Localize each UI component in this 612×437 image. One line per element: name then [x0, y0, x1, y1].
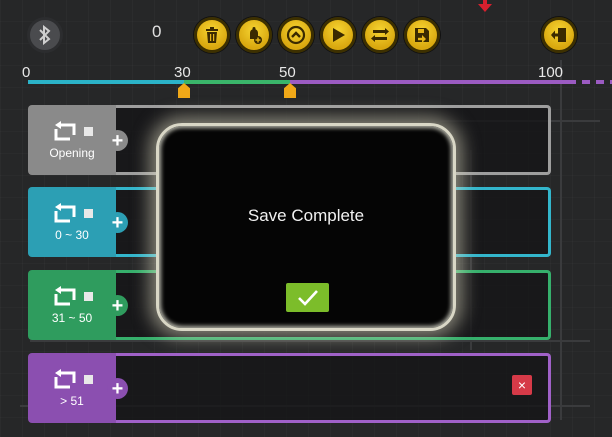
app-screen: 0 0 30 50 100 Opening + 0 ~ 30 + 31 ~ 50…: [0, 0, 612, 437]
row-content: [116, 353, 551, 423]
slider-tick-label: 30: [174, 64, 191, 81]
row-side-panel[interactable]: > 51: [28, 353, 116, 423]
circuit-trace: [30, 340, 590, 342]
up-button[interactable]: [278, 17, 314, 53]
bluetooth-icon: [39, 25, 51, 45]
exit-button[interactable]: [541, 17, 577, 53]
row-label: > 51: [60, 393, 84, 408]
save-icon: [415, 28, 429, 43]
confirm-button[interactable]: [286, 283, 329, 312]
exit-icon: [551, 28, 566, 42]
row-side-panel[interactable]: 0 ~ 30: [28, 187, 116, 257]
counter-value: 0: [152, 22, 162, 41]
pointer-arrow-icon: [478, 0, 492, 12]
slider-tick-label: 100: [538, 64, 564, 81]
row-side-panel[interactable]: Opening: [28, 105, 116, 175]
row-label: 0 ~ 30: [55, 227, 89, 242]
row-label: Opening: [49, 145, 95, 160]
add-step-button[interactable]: +: [107, 378, 128, 399]
dialog-message: Save Complete: [247, 206, 365, 225]
trash-icon: [206, 27, 218, 43]
chevron-up-icon: [286, 25, 306, 45]
add-step-button[interactable]: +: [107, 130, 128, 151]
bluetooth-button[interactable]: [27, 17, 63, 53]
slider-segment-overflow: [568, 80, 612, 84]
add-step-button[interactable]: +: [107, 212, 128, 233]
shuffle-icon: [371, 28, 389, 42]
loop-icon: [52, 285, 93, 308]
add-bell-button[interactable]: [236, 17, 272, 53]
bell-add-icon: [250, 27, 262, 44]
slider-segment: [28, 80, 184, 84]
save-dialog: Save Complete: [156, 123, 456, 331]
play-icon: [333, 28, 345, 42]
slider-handle[interactable]: [284, 83, 296, 98]
slider-tick-label: 50: [279, 64, 296, 81]
delete-button[interactable]: [194, 17, 230, 53]
circuit-trace: [560, 60, 562, 420]
add-step-button[interactable]: +: [107, 295, 128, 316]
loop-icon: [52, 120, 93, 143]
slider-segment: [184, 80, 290, 84]
checkmark-icon: [297, 289, 318, 306]
slider-segment: [290, 80, 568, 84]
row-label: 31 ~ 50: [51, 310, 93, 325]
play-button[interactable]: [320, 17, 356, 53]
loop-icon: [52, 368, 93, 391]
row-side-panel[interactable]: 31 ~ 50: [28, 270, 116, 340]
loop-icon: [52, 202, 93, 225]
slider-handle[interactable]: [178, 83, 190, 98]
slider-tick-label: 0: [22, 64, 31, 81]
shuffle-button[interactable]: [362, 17, 398, 53]
delete-row-button[interactable]: ×: [512, 375, 532, 395]
save-button[interactable]: [404, 17, 440, 53]
